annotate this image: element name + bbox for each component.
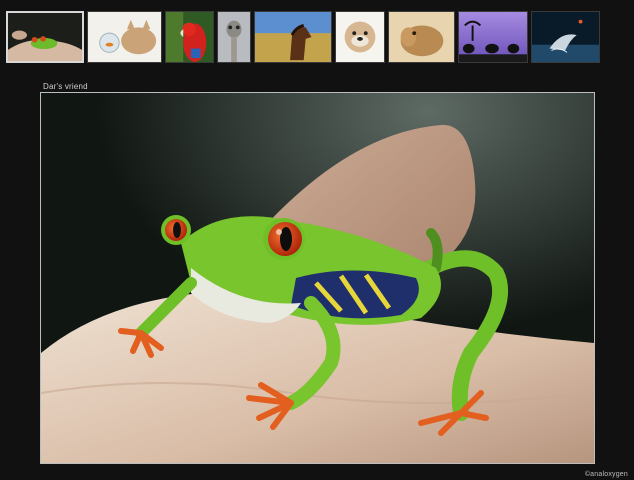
thumbnail-camel[interactable] — [388, 11, 455, 63]
thumbnail-parrot[interactable] — [165, 11, 214, 63]
thumbnail-ostrich-image — [218, 12, 250, 62]
photo-credit: ©analoxygen — [584, 471, 628, 478]
thumbnail-bulldog[interactable] — [335, 11, 385, 63]
main-image-tree-frog — [41, 93, 594, 463]
thumbnail-dolphin[interactable] — [531, 11, 600, 63]
thumbnail-frog-image — [8, 13, 82, 61]
main-image-viewer[interactable] — [40, 92, 595, 464]
thumbnail-horse-image — [255, 12, 331, 62]
thumbnail-frog[interactable] — [6, 11, 84, 63]
thumbnail-strip — [6, 11, 600, 63]
thumbnail-cat-image — [88, 12, 161, 62]
thumbnail-horse[interactable] — [254, 11, 332, 63]
thumbnail-elephants[interactable] — [458, 11, 528, 63]
thumbnail-ostrich[interactable] — [217, 11, 251, 63]
thumbnail-dolphin-image — [532, 12, 599, 62]
thumbnail-parrot-image — [166, 12, 213, 62]
thumbnail-cat[interactable] — [87, 11, 162, 63]
thumbnail-elephants-image — [459, 12, 527, 62]
image-caption: Dar's vriend — [43, 82, 88, 91]
thumbnail-bulldog-image — [336, 12, 384, 62]
thumbnail-camel-image — [389, 12, 454, 62]
